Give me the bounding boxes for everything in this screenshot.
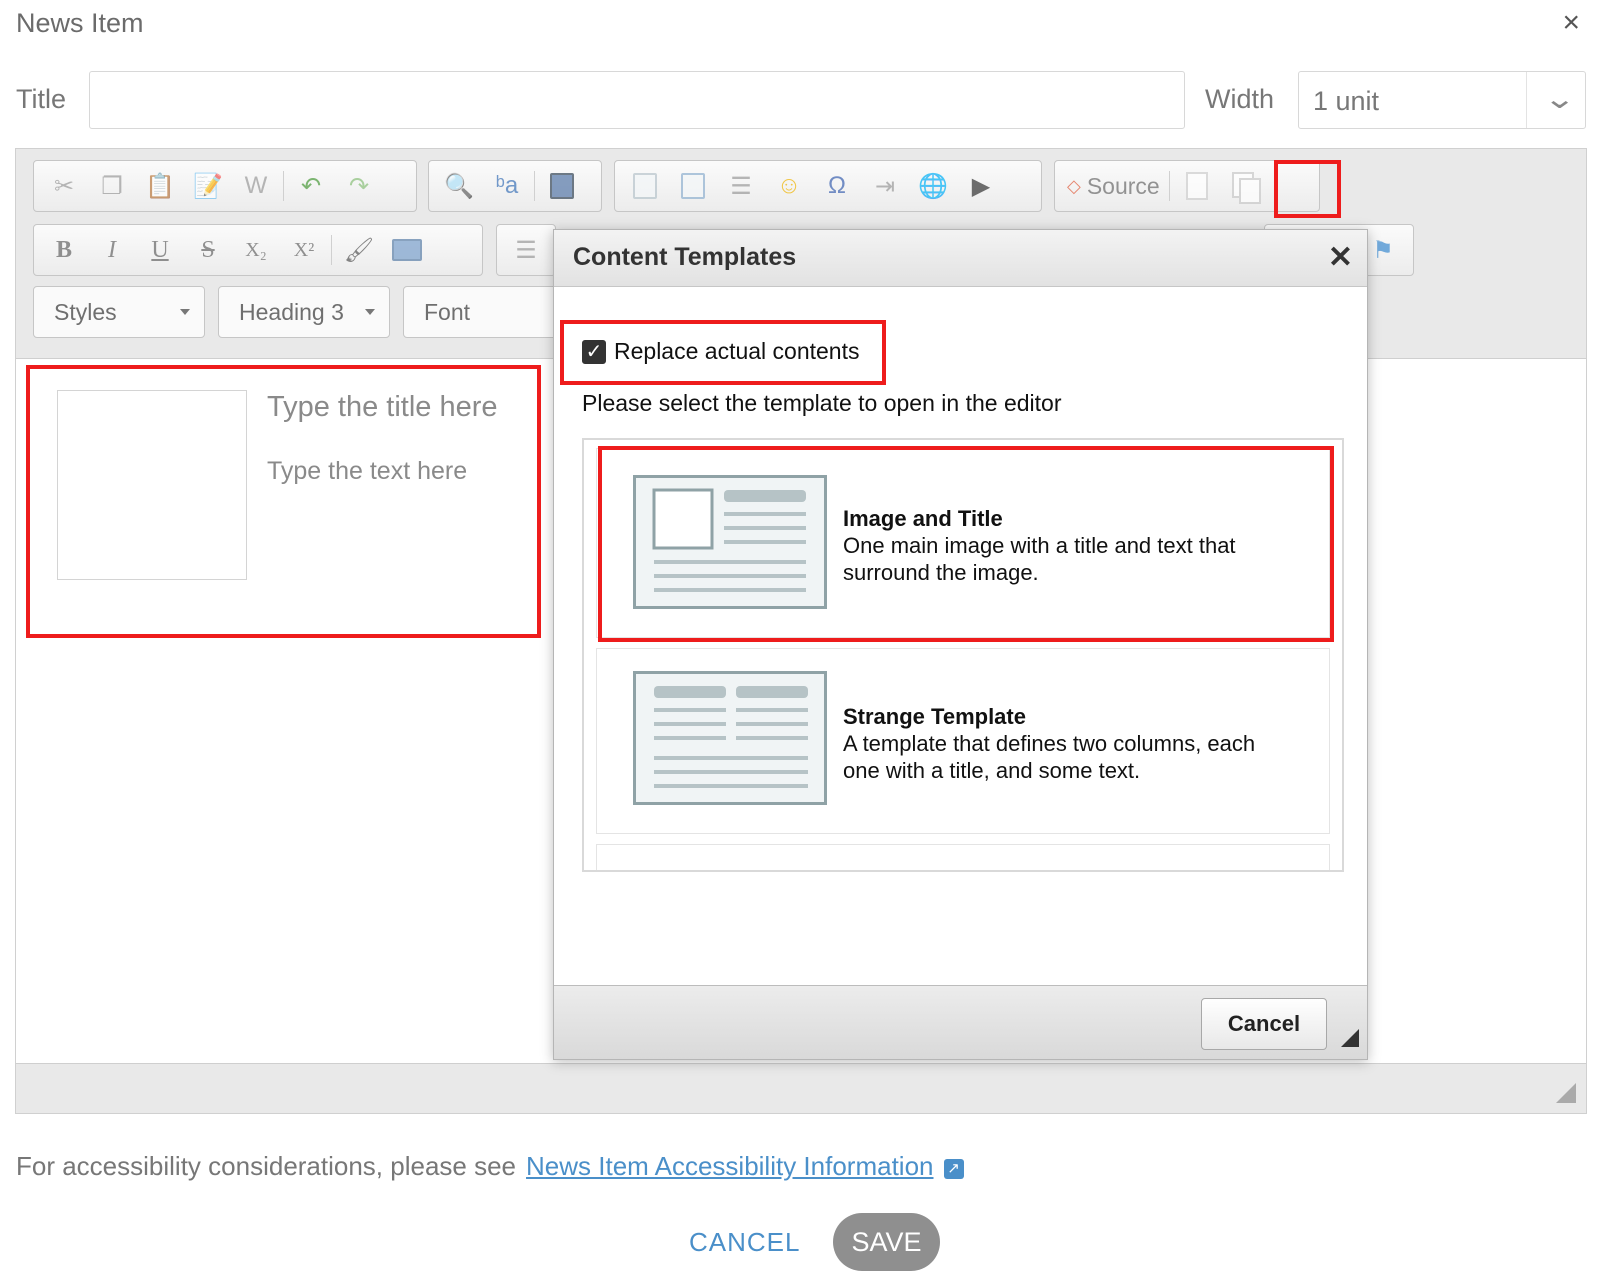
width-value: 1 unit [1313,86,1380,116]
editor-status-bar [16,1063,1586,1113]
font-label: Font [424,298,471,325]
template-info: Strange Template A template that defines… [843,703,1255,784]
close-icon[interactable]: × [1562,6,1580,40]
caret-down-icon [365,309,375,315]
template-description-line: one with a title, and some text. [843,758,1141,783]
list-group: ☰ [496,224,556,276]
find-icon[interactable]: 🔍 [435,166,483,206]
undo-icon[interactable]: ↶ [287,166,335,206]
template-description-line: A template that defines two columns, eac… [843,731,1256,756]
caret-down-icon [180,309,190,315]
smiley-icon[interactable]: ☺ [765,166,813,206]
accessibility-text: For accessibility considerations, please… [16,1151,517,1181]
resize-handle-icon[interactable] [1556,1083,1576,1103]
dialog-title: News Item [16,8,144,38]
copy-icon[interactable]: ❐ [88,166,136,206]
highlight-replace-checkbox [560,320,886,385]
highlight-editor-content [26,365,541,638]
copy-format-icon[interactable]: 🖌 [335,230,383,270]
template-thumbnail [633,671,827,805]
clipboard-group: ✂ ❐ 📋 📝 W ↶ ↷ [33,160,417,212]
modal-close-icon[interactable]: ✕ [1328,240,1353,275]
templates-icon[interactable] [1221,166,1269,206]
superscript-icon[interactable]: X² [280,230,328,270]
redo-icon[interactable]: ↷ [335,166,383,206]
source-label: Source [1086,172,1160,199]
toolbar-separator [283,171,284,201]
highlight-templates-button [1274,160,1341,218]
subscript-icon[interactable]: X₂ [232,230,280,270]
title-label: Title [16,84,67,114]
template-name: Strange Template [843,704,1026,729]
select-all-icon[interactable] [538,166,586,206]
modal-footer: Cancel [554,985,1367,1059]
toolbar-separator [331,235,332,265]
html-icon[interactable] [383,230,431,270]
modal-header: Content Templates ✕ [554,230,1367,287]
modal-cancel-button[interactable]: Cancel [1201,998,1327,1050]
new-page-icon[interactable] [1173,166,1221,206]
two-columns-preview-icon [654,686,808,788]
paste-text-icon[interactable]: 📝 [184,166,232,206]
width-label: Width [1205,84,1275,114]
instruction-text: Please select the template to open in th… [582,390,1062,416]
youtube-icon[interactable]: ▶ [957,166,1005,206]
save-button[interactable]: SAVE [833,1213,940,1271]
iframe-icon[interactable]: 🌐 [909,166,957,206]
numbered-list-icon[interactable]: ☰ [503,230,549,270]
paste-word-icon[interactable]: W [232,166,280,206]
page-break-icon[interactable]: ⇥ [861,166,909,206]
source-button[interactable]: ◇ Source [1061,166,1166,206]
image-icon[interactable] [621,166,669,206]
source-icon: ◇ [1067,175,1081,196]
width-select[interactable]: 1 unit ⌄ [1298,71,1586,129]
format-label: Heading 3 [239,298,344,325]
modal-title: Content Templates [573,243,797,271]
format-combo[interactable]: Heading 3 [218,286,390,338]
template-item-strange-template[interactable]: Strange Template A template that defines… [596,648,1330,834]
cancel-button[interactable]: CANCEL [689,1227,800,1258]
external-link-icon[interactable]: ↗ [943,1159,964,1179]
styles-label: Styles [54,298,117,325]
toolbar-separator [534,171,535,201]
paste-icon[interactable]: 📋 [136,166,184,206]
highlight-image-and-title-template [598,446,1334,642]
insert-group: ☰ ☺ Ω ⇥ 🌐 ▶ [614,160,1042,212]
horizontal-line-icon[interactable]: ☰ [717,166,765,206]
special-char-icon[interactable]: Ω [813,166,861,206]
table-icon[interactable] [669,166,717,206]
template-item-partial[interactable] [596,844,1330,870]
styles-combo[interactable]: Styles [33,286,205,338]
basic-styles-group: B I U S X₂ X² 🖌 [33,224,483,276]
accessibility-link[interactable]: News Item Accessibility Information [526,1151,933,1181]
accessibility-note: For accessibility considerations, please… [16,1151,964,1182]
strikethrough-icon[interactable]: S [184,230,232,270]
italic-icon[interactable]: I [88,230,136,270]
cut-icon[interactable]: ✂ [40,166,88,206]
bold-icon[interactable]: B [40,230,88,270]
find-group: 🔍 ᵇa [428,160,602,212]
width-divider [1526,72,1527,128]
chevron-down-icon: ⌄ [1542,83,1576,114]
title-input[interactable] [89,71,1185,129]
replace-icon[interactable]: ᵇa [483,166,531,206]
font-combo[interactable]: Font [403,286,573,338]
underline-icon[interactable]: U [136,230,184,270]
modal-resize-icon[interactable] [1341,1029,1359,1047]
toolbar-separator [1168,171,1170,201]
